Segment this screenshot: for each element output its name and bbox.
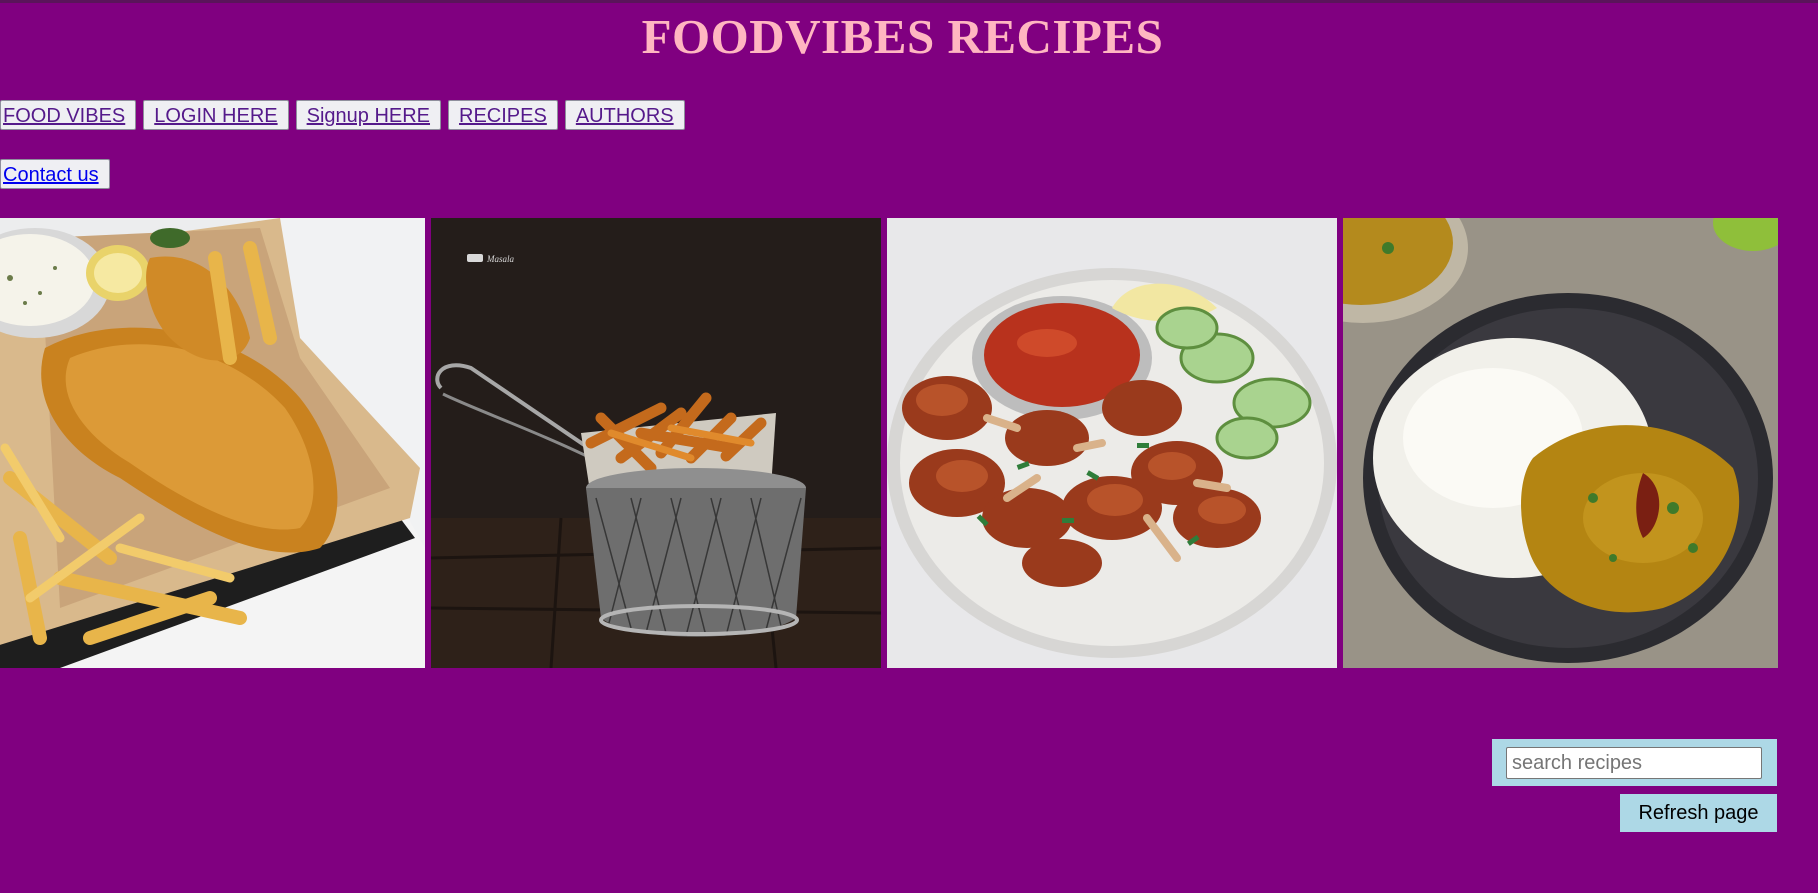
top-border [0, 0, 1818, 3]
nav-food-vibes-link[interactable]: FOOD VIBES [0, 100, 137, 130]
chicken-lollipops-image[interactable] [887, 218, 1337, 668]
refresh-page-button[interactable]: Refresh page [1620, 794, 1777, 832]
search-input[interactable] [1506, 747, 1762, 779]
svg-text:Masala: Masala [486, 254, 515, 264]
fries-basket-image[interactable]: Masala [431, 218, 881, 668]
nav-recipes-link[interactable]: RECIPES [448, 100, 558, 130]
nav-authors-link[interactable]: AUTHORS [564, 100, 685, 130]
search-panel [1492, 739, 1777, 786]
fish-and-chips-image[interactable] [0, 218, 425, 668]
nav-login-link[interactable]: LOGIN HERE [143, 100, 289, 130]
nav-signup-link[interactable]: Signup HERE [295, 100, 442, 130]
secondary-nav: Contact us [0, 159, 110, 189]
main-nav: FOOD VIBES LOGIN HERE Signup HERE RECIPE… [0, 100, 685, 130]
nav-contact-link[interactable]: Contact us [0, 159, 110, 189]
page-title: FOODVIBES RECIPES [641, 9, 1164, 64]
rice-and-dal-image[interactable] [1343, 218, 1778, 668]
